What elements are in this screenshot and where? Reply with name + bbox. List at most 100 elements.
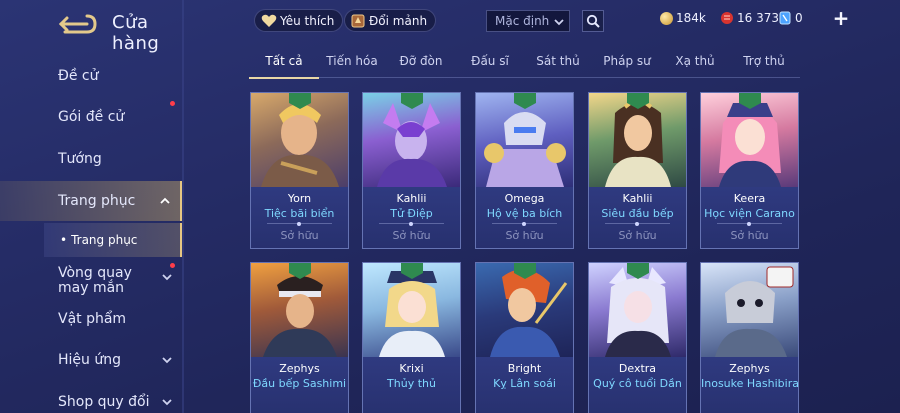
favorites-button[interactable]: Yêu thích xyxy=(254,9,344,32)
gold-amount: 184k xyxy=(676,11,706,25)
rank-badge-icon xyxy=(401,263,423,279)
rank-badge-icon xyxy=(289,93,311,109)
skin-card-info: Zephys Đầu bếp Sashimi xyxy=(251,357,348,413)
skin-card-info: Kahlii Tử Điệp Sở hữu xyxy=(363,187,460,248)
back-arrow-icon[interactable] xyxy=(57,12,97,36)
hero-name: Bright xyxy=(507,362,542,375)
skin-card-info: Zephys Inosuke Hashibira xyxy=(701,357,798,413)
skin-name: Học viện Carano xyxy=(704,207,795,220)
tab-all[interactable]: Tất cả xyxy=(249,54,319,79)
notification-dot xyxy=(170,101,175,106)
owned-status: Sở hữu xyxy=(280,229,319,242)
tab-tank[interactable]: Đỡ đòn xyxy=(398,54,444,78)
rank-badge-icon xyxy=(514,263,536,279)
sidebar-item-label: Đề cử xyxy=(58,68,99,84)
skin-card[interactable]: Bright Kỵ Lân soái xyxy=(475,262,574,413)
notification-dot xyxy=(170,263,175,268)
ruby-icon xyxy=(721,12,733,24)
chevron-up-icon xyxy=(160,197,170,204)
card-divider xyxy=(717,221,782,226)
skin-card[interactable]: Zephys Đầu bếp Sashimi xyxy=(250,262,349,413)
rank-badge-icon xyxy=(739,93,761,109)
heart-icon xyxy=(261,14,277,27)
tab-marksman[interactable]: Xạ thủ xyxy=(672,54,718,78)
skin-card[interactable]: Omega Hộ vệ ba bích Sở hữu xyxy=(475,92,574,249)
owned-status: Sở hữu xyxy=(505,229,544,242)
skin-card-info: Keera Học viện Carano Sở hữu xyxy=(701,187,798,248)
rank-badge-icon xyxy=(401,93,423,109)
skin-card[interactable]: Yorn Tiệc bãi biển Sở hữu xyxy=(250,92,349,249)
skin-name: Hộ vệ ba bích xyxy=(486,207,563,220)
sidebar-item-skins[interactable]: Trang phục xyxy=(0,181,182,221)
tab-fighter[interactable]: Đấu sĩ xyxy=(468,54,512,78)
skin-card-info: Bright Kỵ Lân soái xyxy=(476,357,573,413)
skin-name: Thủy thủ xyxy=(387,377,436,390)
sidebar-subitem-skins[interactable]: Trang phục xyxy=(44,223,182,257)
skin-card[interactable]: Kahlii Siêu đầu bếp Sở hữu xyxy=(588,92,687,249)
red-amount: 16 373 xyxy=(737,11,779,25)
sidebar-item-label: Vật phẩm xyxy=(58,311,127,327)
skin-card[interactable]: Dextra Quý cô tuổi Dần xyxy=(588,262,687,413)
tab-mage[interactable]: Pháp sư xyxy=(600,54,654,78)
sidebar-item-items[interactable]: Vật phẩm xyxy=(0,299,182,339)
sidebar-item-label: Vòng quay may mắn xyxy=(58,265,132,296)
card-divider xyxy=(379,221,444,226)
voucher-red-balance: 16 373 xyxy=(720,11,779,25)
skin-card[interactable]: Zephys Inosuke Hashibira xyxy=(700,262,799,413)
sidebar-item-recommended-packs[interactable]: Gói đề cử xyxy=(0,97,182,137)
hero-name: Kahlii xyxy=(622,192,653,205)
card-divider xyxy=(492,221,557,226)
page-title: Cửa hàng xyxy=(112,12,160,54)
skin-name: Đầu bếp Sashimi xyxy=(252,377,347,390)
skin-card-info: Omega Hộ vệ ba bích Sở hữu xyxy=(476,187,573,248)
owned-status: Sở hữu xyxy=(730,229,769,242)
skin-name: Siêu đầu bếp xyxy=(601,207,674,220)
sidebar-item-label: Trang phục xyxy=(58,193,136,209)
search-button[interactable] xyxy=(582,10,604,32)
hero-name: Keera xyxy=(733,192,766,205)
chevron-down-icon xyxy=(162,399,172,406)
hero-name: Zephys xyxy=(729,362,770,375)
skin-card[interactable]: Kahlii Tử Điệp Sở hữu xyxy=(362,92,461,249)
voucher-blue-balance: 0 xyxy=(779,11,803,25)
skin-card[interactable]: Keera Học viện Carano Sở hữu xyxy=(700,92,799,249)
sidebar-item-lucky-wheel[interactable]: Vòng quay may mắn xyxy=(0,262,182,298)
owned-status: Sở hữu xyxy=(618,229,657,242)
sidebar-divider xyxy=(182,0,184,413)
chevron-down-icon xyxy=(162,274,172,281)
skin-card-info: Dextra Quý cô tuổi Dần xyxy=(589,357,686,413)
skin-name: Quý cô tuổi Dần xyxy=(593,377,682,390)
sort-dropdown[interactable]: Mặc định xyxy=(486,10,570,32)
skin-artwork xyxy=(701,263,798,357)
exchange-label: Đổi mảnh xyxy=(369,13,428,28)
skin-card-info: Krixi Thủy thủ xyxy=(363,357,460,413)
rank-badge-icon xyxy=(627,93,649,109)
sidebar-subitem-label: Trang phục xyxy=(71,233,138,247)
card-divider xyxy=(605,221,670,226)
sidebar-item-heroes[interactable]: Tướng xyxy=(0,139,182,179)
hero-name: Omega xyxy=(504,192,545,205)
sidebar-item-effects[interactable]: Hiệu ứng xyxy=(0,340,182,380)
tab-support[interactable]: Trợ thủ xyxy=(740,54,788,78)
tab-assassin[interactable]: Sát thủ xyxy=(534,54,582,78)
add-currency-button[interactable]: + xyxy=(832,8,850,29)
rank-badge-icon xyxy=(514,93,536,109)
skin-name: Tử Điệp xyxy=(390,207,433,220)
exchange-fragments-button[interactable]: Đổi mảnh xyxy=(344,9,437,32)
sidebar-item-recommended[interactable]: Đề cử xyxy=(0,56,182,96)
skin-card[interactable]: Krixi Thủy thủ xyxy=(362,262,461,413)
skin-name: Inosuke Hashibira xyxy=(701,377,798,390)
hero-name: Zephys xyxy=(279,362,320,375)
skin-card-info: Yorn Tiệc bãi biển Sở hữu xyxy=(251,187,348,248)
owned-status: Sở hữu xyxy=(392,229,431,242)
voucher-amount: 0 xyxy=(795,11,803,25)
sidebar-item-label: Shop quy đổi xyxy=(58,394,150,410)
fragment-icon xyxy=(351,14,365,27)
rank-badge-icon xyxy=(289,263,311,279)
tab-evolution[interactable]: Tiến hóa xyxy=(324,54,380,78)
sidebar-item-exchange-shop[interactable]: Shop quy đổi xyxy=(0,382,182,413)
hero-name: Kahlii xyxy=(396,192,427,205)
skin-card-info: Kahlii Siêu đầu bếp Sở hữu xyxy=(589,187,686,248)
favorites-label: Yêu thích xyxy=(280,13,335,28)
gold-coin-icon xyxy=(660,11,673,25)
